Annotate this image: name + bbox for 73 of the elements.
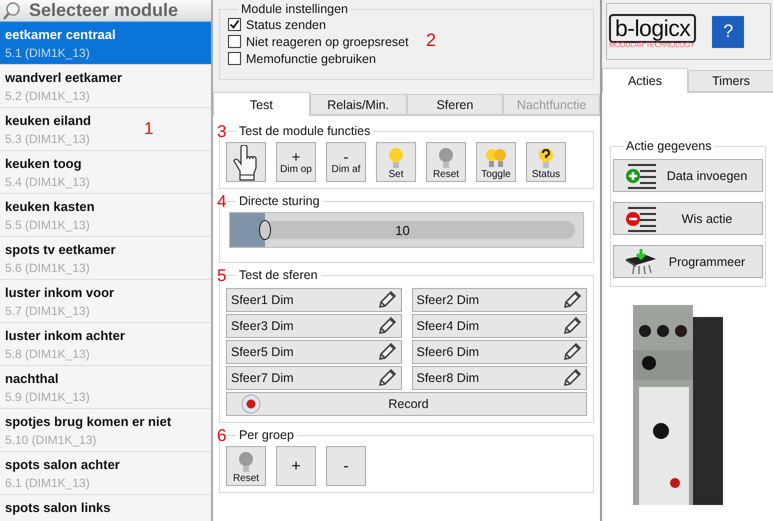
function-button[interactable]: Set bbox=[376, 142, 416, 182]
scene-button[interactable]: Sfeer2 Dim bbox=[412, 288, 587, 312]
remove-list-icon bbox=[624, 206, 658, 232]
function-button[interactable]: - Dim af bbox=[326, 142, 366, 182]
record-button[interactable]: Record bbox=[226, 392, 587, 416]
module-item[interactable]: keuken kasten 5.5 (DIM1K_13) bbox=[0, 194, 211, 237]
module-item[interactable]: keuken toog 5.4 (DIM1K_13) bbox=[0, 151, 211, 194]
checkbox-option[interactable]: Memofunctie gebruiken bbox=[228, 50, 376, 67]
checkbox-option[interactable]: Status zenden bbox=[228, 16, 326, 33]
function-button[interactable]: + Dim op bbox=[276, 142, 316, 182]
function-button[interactable]: Reset bbox=[426, 142, 466, 182]
tab[interactable]: Acties bbox=[602, 68, 688, 93]
slider-value: 10 bbox=[395, 223, 410, 238]
action-button[interactable]: Wis actie bbox=[613, 202, 763, 235]
group-title: Directe sturing bbox=[238, 194, 321, 208]
scene-button[interactable]: Sfeer6 Dim bbox=[412, 340, 587, 364]
annotation-number: 6 bbox=[217, 427, 226, 444]
module-item[interactable]: luster inkom voor 5.7 (DIM1K_13) bbox=[0, 280, 211, 323]
annotation-number: 1 bbox=[144, 120, 154, 137]
module-item[interactable]: spots tv eetkamer 5.6 (DIM1K_13) bbox=[0, 237, 211, 280]
annotation-number: 3 bbox=[217, 123, 226, 140]
tab[interactable]: Test bbox=[213, 92, 310, 116]
function-button[interactable] bbox=[226, 142, 266, 182]
pencil-icon bbox=[562, 316, 582, 336]
module-item[interactable]: spots salon links bbox=[0, 495, 211, 521]
checkbox[interactable] bbox=[228, 18, 241, 31]
pencil-icon bbox=[376, 290, 396, 310]
help-button[interactable]: ? bbox=[712, 16, 744, 48]
scene-button[interactable]: Sfeer7 Dim bbox=[226, 366, 402, 390]
chip-icon bbox=[624, 248, 658, 274]
function-button[interactable]: Toggle bbox=[476, 142, 516, 182]
group-button[interactable]: - bbox=[326, 446, 366, 486]
tab[interactable]: Timers bbox=[688, 70, 773, 92]
module-item[interactable]: eetkamer centraal 5.1 (DIM1K_13) bbox=[0, 22, 211, 65]
checkbox[interactable] bbox=[228, 35, 241, 48]
tab[interactable]: Sferen bbox=[406, 94, 504, 115]
module-item[interactable]: spots salon achter 6.1 (DIM1K_13) bbox=[0, 452, 211, 495]
pencil-icon bbox=[562, 342, 582, 362]
group-title: Per groep bbox=[238, 428, 295, 442]
pencil-icon bbox=[562, 368, 582, 388]
checkbox-option[interactable]: Niet reageren op groepsreset bbox=[228, 33, 409, 50]
pencil-icon bbox=[562, 290, 582, 310]
scene-button[interactable]: Sfeer5 Dim bbox=[226, 340, 402, 364]
group-title: Actie gegevens bbox=[625, 139, 712, 153]
group-button[interactable]: Reset bbox=[226, 446, 266, 486]
group-title: Module instellingen bbox=[240, 2, 350, 16]
search-icon bbox=[3, 0, 21, 20]
scene-button[interactable]: Sfeer8 Dim bbox=[412, 366, 587, 390]
tab[interactable]: Relais/Min. bbox=[310, 94, 406, 115]
module-item[interactable]: luster inkom achter 5.8 (DIM1K_13) bbox=[0, 323, 211, 366]
annotation-number: 4 bbox=[217, 193, 226, 210]
list-title: Selecteer module bbox=[29, 0, 178, 21]
checkbox[interactable] bbox=[228, 52, 241, 65]
group-title: Test de sferen bbox=[238, 268, 319, 282]
module-item[interactable]: spotjes brug komen er niet 5.10 (DIM1K_13) bbox=[0, 409, 211, 452]
group-button[interactable]: + bbox=[276, 446, 316, 486]
action-button[interactable]: Data invoegen bbox=[613, 159, 763, 192]
pencil-icon bbox=[376, 342, 396, 362]
scene-button[interactable]: Sfeer3 Dim bbox=[226, 314, 402, 338]
pencil-icon bbox=[376, 368, 396, 388]
action-button[interactable]: Programmeer bbox=[613, 245, 763, 278]
record-icon bbox=[241, 394, 261, 414]
module-item[interactable]: nachthal 5.9 (DIM1K_13) bbox=[0, 366, 211, 409]
annotation-number: 5 bbox=[217, 267, 226, 284]
pencil-icon bbox=[376, 316, 396, 336]
module-item[interactable]: wandverl eetkamer 5.2 (DIM1K_13) bbox=[0, 65, 211, 108]
scene-button[interactable]: Sfeer1 Dim bbox=[226, 288, 402, 312]
group-title: Test de module functies bbox=[238, 124, 372, 138]
annotation-number: 2 bbox=[426, 31, 436, 49]
dim-slider[interactable]: 10 bbox=[229, 212, 584, 248]
add-list-icon bbox=[624, 162, 658, 188]
scene-button[interactable]: Sfeer4 Dim bbox=[412, 314, 587, 338]
function-button[interactable]: Status bbox=[526, 142, 566, 182]
